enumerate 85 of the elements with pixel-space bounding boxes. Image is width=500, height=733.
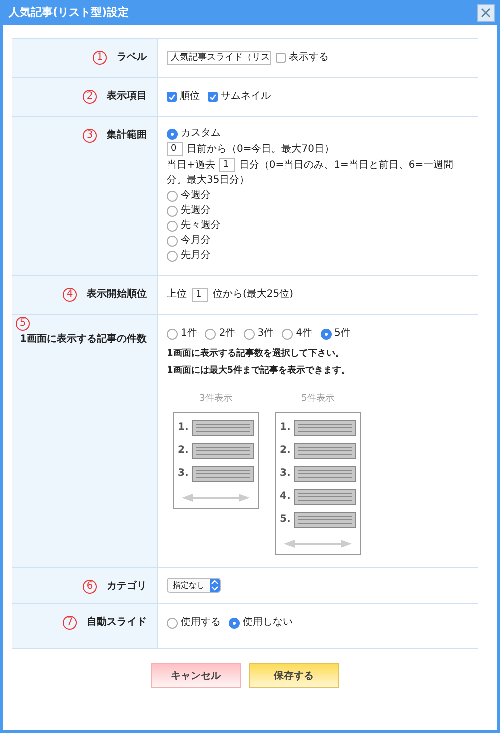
item-number: 1.: [280, 421, 292, 435]
field-label: ラベル: [117, 51, 147, 65]
item-number: 5.: [280, 513, 292, 527]
input-field[interactable]: 1: [192, 288, 208, 302]
option-label: 先月分: [181, 249, 211, 263]
option-label: 先々週分: [181, 219, 221, 233]
category-select[interactable]: 指定なし: [167, 578, 221, 593]
text-lines-icon: [294, 489, 356, 505]
option-label: 先週分: [181, 204, 211, 218]
radio-button[interactable]: [167, 250, 178, 262]
text-lines-icon: [294, 466, 356, 482]
field-label: 1画面に表示する記事の件数: [20, 333, 147, 347]
double-arrow-icon: [283, 539, 353, 549]
preview-caption: 3件表示: [200, 392, 232, 406]
step-number: 2: [83, 90, 97, 104]
updown-icon: [210, 579, 220, 592]
instruction-text: 0 日前から（0=今日。最大70日）: [167, 142, 470, 157]
radio-button[interactable]: [167, 236, 178, 246]
checkbox[interactable]: [276, 53, 286, 63]
option-label: 1件: [181, 327, 198, 341]
text-lines-icon: [294, 443, 356, 459]
option-label: 4件: [296, 327, 312, 341]
check-icon: [209, 93, 217, 101]
field-label: 自動スライド: [87, 616, 147, 630]
step-number: 3: [83, 129, 97, 143]
input-prefix: 上位: [167, 288, 187, 302]
option-label: 5件: [334, 327, 351, 341]
option-label: カスタム: [181, 127, 221, 141]
radio-button[interactable]: [167, 220, 178, 232]
option-label: 2件: [219, 327, 236, 341]
field-label: 表示項目: [107, 90, 147, 104]
text-lines-icon: [294, 512, 356, 528]
item-number: 3.: [280, 467, 292, 481]
field-label: カテゴリ: [107, 580, 147, 594]
item-number: 1.: [178, 421, 190, 435]
radio-button[interactable]: [205, 328, 216, 340]
cancel-button[interactable]: キャンセル: [151, 663, 241, 688]
field-label: 集計範囲: [107, 129, 147, 143]
close-icon: [480, 6, 492, 18]
checkbox-label: 表示する: [289, 51, 329, 65]
item-number: 4.: [280, 490, 292, 504]
option-label: 3件: [258, 327, 274, 341]
input-field[interactable]: 1: [219, 158, 236, 172]
checkbox[interactable]: [167, 92, 177, 102]
radio-button[interactable]: [167, 618, 178, 628]
step-number: 5: [16, 317, 30, 331]
instruction-text: 当日+過去 1 日分（0=当日のみ、1=当日と前日、6=一週間分。最大35日分）: [167, 158, 455, 188]
radio-button[interactable]: [282, 328, 294, 340]
step-number: 7: [63, 616, 77, 630]
step-number: 4: [63, 288, 77, 302]
radio-button[interactable]: [167, 128, 178, 140]
option-label: 今週分: [181, 189, 211, 203]
note-text: 1画面には最大5件まで記事を表示できます。: [167, 364, 352, 378]
radio-button[interactable]: [244, 328, 255, 340]
option-label: 使用する: [181, 616, 221, 630]
close-button[interactable]: [477, 4, 495, 22]
step-number: 6: [83, 580, 97, 594]
radio-button[interactable]: [320, 328, 332, 340]
radio-button[interactable]: [167, 190, 178, 202]
step-number: 1: [93, 51, 107, 65]
preview-caption: 5件表示: [302, 392, 334, 406]
item-number: 3.: [178, 467, 190, 481]
window-title: 人気記事(リスト型)設定: [9, 5, 130, 20]
checkbox-label: サムネイル: [221, 90, 271, 104]
field-label: 表示開始順位: [87, 288, 147, 302]
text-lines-icon: [192, 466, 254, 482]
input-field[interactable]: 人気記事スライド（リス: [167, 51, 271, 65]
radio-button[interactable]: [167, 206, 178, 216]
checkbox[interactable]: [208, 92, 218, 102]
checkbox-label: 順位: [180, 90, 200, 104]
note-text: 1画面に表示する記事数を選択して下さい。: [167, 347, 346, 361]
option-label: 今月分: [181, 234, 211, 248]
item-number: 2.: [178, 444, 190, 458]
text-lines-icon: [294, 420, 356, 436]
check-icon: [168, 93, 176, 101]
input-suffix: 位から(最大25位): [213, 288, 294, 302]
option-label: 使用しない: [243, 616, 293, 630]
radio-button[interactable]: [167, 328, 178, 340]
save-button[interactable]: 保存する: [249, 663, 339, 688]
input-field[interactable]: 0: [167, 142, 183, 156]
text-lines-icon: [192, 420, 254, 436]
radio-button[interactable]: [229, 618, 240, 628]
item-number: 2.: [280, 444, 292, 458]
double-arrow-icon: [181, 493, 251, 503]
text-lines-icon: [192, 443, 254, 459]
